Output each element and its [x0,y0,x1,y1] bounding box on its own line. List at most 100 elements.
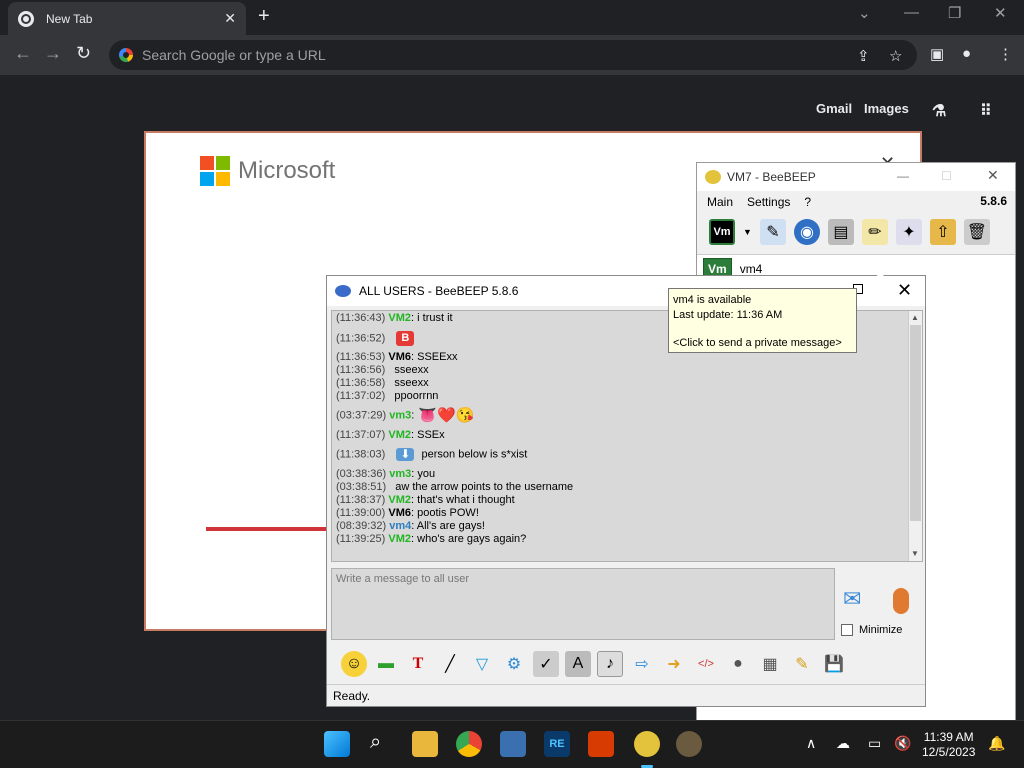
group-icon[interactable]: ▤ [827,219,854,245]
chat-status-bar: Ready. [327,684,925,706]
vm7-maximize-icon[interactable]: ☐ [941,169,952,183]
share-icon[interactable]: ⇪ [857,47,870,65]
file-explorer-icon[interactable] [412,731,438,757]
app-icon[interactable] [676,731,702,757]
chrome-menu-icon[interactable]: ⋮ [998,45,1013,63]
message-input[interactable]: Write a message to all user [331,568,835,640]
edit-profile-icon[interactable]: ✎ [759,219,786,245]
scroll-thumb[interactable] [910,325,921,521]
pencil-icon[interactable]: ✏ [861,219,888,245]
vm7-close-icon[interactable]: ✕ [987,167,999,184]
bookmark-star-icon[interactable]: ☆ [889,47,902,65]
tools-icon[interactable]: ✦ [895,219,922,245]
message-time: (11:37:02) [336,390,389,402]
upload-icon[interactable]: ⇧ [929,219,956,245]
chrome-taskbar-icon[interactable] [456,731,482,757]
tab-close-button[interactable]: ✕ [224,10,236,27]
re-app-icon[interactable]: RE [544,731,570,757]
restore-icon[interactable]: ❐ [948,4,961,22]
font-icon[interactable]: T [405,651,431,677]
keyboard-icon[interactable]: ▦ [757,651,783,677]
menu-settings[interactable]: Settings [747,195,790,209]
back-icon[interactable]: ← [14,43,32,64]
trash-icon[interactable]: 🗑 [963,219,990,245]
message-text: sseexx [394,377,429,389]
minimize-checkbox[interactable] [841,624,853,636]
music-note-icon[interactable]: ♪ [597,651,623,677]
message-time: (03:38:36) [336,468,390,480]
vm7-version: 5.8.6 [980,194,1007,208]
status-user-button[interactable]: Vm [709,219,735,245]
chrome-toolbar: ← → ↻ Search Google or type a URL ⇪ ☆ ▣ … [0,35,1024,75]
color-wand-icon[interactable]: ╱ [437,651,463,677]
minimize-label: Minimize [859,624,903,636]
tab-search-icon[interactable]: ⌄ [858,4,871,22]
close-window-icon[interactable]: ✕ [994,4,1007,22]
new-tab-button[interactable]: + [258,5,270,28]
dropdown-arrow-icon[interactable]: ▼ [743,227,752,237]
scroll-up-icon[interactable]: ▲ [911,313,919,322]
message-username[interactable]: VM2 [388,312,411,324]
images-link[interactable]: Images [864,101,909,116]
message-username[interactable]: VM2 [388,533,411,545]
chat-close-icon[interactable]: ✕ [897,280,912,301]
send-message-icon[interactable]: ✉ [843,586,861,612]
save-disk-icon[interactable]: 💾 [821,651,847,677]
chat-scrollbar[interactable]: ▲ ▼ [908,311,922,561]
message-username[interactable]: vm4 [389,520,411,532]
minimize-icon[interactable]: — [904,4,919,21]
spell-check-icon[interactable]: ✓ [533,651,559,677]
send-file-icon[interactable]: ➜ [661,651,687,677]
volume-muted-icon[interactable]: 🔇 [894,735,911,752]
message-time: (11:36:52) [336,332,389,345]
message-username[interactable]: VM6 [388,351,411,363]
edit-note-icon[interactable]: ✎ [789,651,815,677]
reload-icon[interactable]: ↻ [76,43,91,64]
screenshot-icon[interactable]: ● [725,651,751,677]
message-username[interactable]: vm3 [389,409,411,421]
tray-overflow-icon[interactable]: ∧ [806,735,816,752]
menu-main[interactable]: Main [707,195,733,209]
network-tray-icon[interactable]: ▭ [868,735,881,752]
emoticon-icon[interactable]: ☺ [341,651,367,677]
vm7-minimize-icon[interactable]: — [897,169,909,183]
message-emoji: ⬇ [396,448,415,461]
message-username[interactable]: VM2 [388,429,411,441]
taskbar-clock[interactable]: 11:39 AM 12/5/2023 [922,730,975,760]
word-completion-icon[interactable]: A [565,651,591,677]
virtualbox-icon[interactable] [500,731,526,757]
side-panel-icon[interactable]: ▣ [930,45,944,63]
chat-message: (11:38:03) ⬇ person below is s*xist [336,448,906,468]
microphone-icon[interactable] [893,588,909,614]
tab-new-tab[interactable]: New Tab ✕ [8,2,246,35]
beebeep-taskbar-icon[interactable] [634,731,660,757]
onedrive-icon[interactable]: ☁ [836,735,850,752]
chat-message: (03:38:36) vm3: you [336,468,906,481]
forward-icon[interactable]: → [44,43,62,64]
message-username[interactable]: vm3 [389,468,411,480]
profile-icon[interactable]: ● [962,45,971,62]
vm7-toolbar: Vm ▼ ✎ ◉ ▤ ✏ ✦ ⇧ 🗑 [697,213,1015,251]
filter-icon[interactable]: ▽ [469,651,495,677]
scroll-down-icon[interactable]: ▼ [911,549,919,558]
message-username[interactable]: VM6 [388,507,411,519]
office-icon[interactable] [588,731,614,757]
network-icon[interactable]: ◉ [793,219,820,245]
address-bar[interactable]: Search Google or type a URL ⇪ ☆ [109,40,917,70]
windows-start-icon[interactable] [324,731,350,757]
html-code-icon[interactable]: </> [693,651,719,677]
menu-help[interactable]: ? [804,195,811,209]
labs-flask-icon[interactable]: ⚗ [932,101,946,121]
message-username[interactable]: VM2 [388,494,411,506]
vm7-titlebar: VM7 - BeeBEEP — ☐ ✕ [697,163,1015,191]
apps-grid-icon[interactable]: ⠿ [980,101,992,121]
search-icon[interactable]: ⌕ [370,731,381,754]
notification-bell-icon[interactable]: 🔔 [988,735,1005,752]
clock-time: 11:39 AM [923,730,974,744]
settings-gear-icon[interactable]: ⚙ [501,651,527,677]
green-arrow-icon[interactable]: ▬ [373,651,399,677]
save-log-icon[interactable]: ⇨ [629,651,655,677]
minimize-option[interactable]: Minimize [841,624,902,636]
gmail-link[interactable]: Gmail [816,101,852,116]
chat-message: (11:36:56) sseexx [336,364,906,377]
